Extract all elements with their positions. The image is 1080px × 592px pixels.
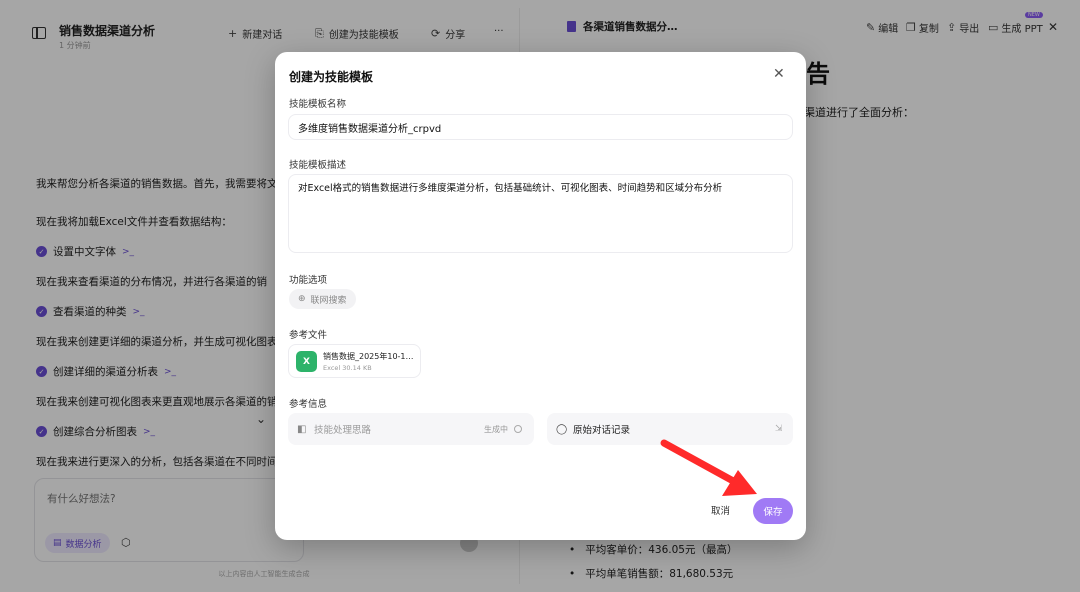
save-button[interactable]: 保存 (753, 498, 793, 524)
status-text: 生成中 (484, 424, 508, 434)
open-link-icon[interactable]: ⇲ (775, 424, 783, 434)
file-name: 销售数据_2025年10-12… (323, 352, 415, 361)
cancel-button[interactable]: 取消 (711, 503, 730, 517)
reference-file-card[interactable]: X 销售数据_2025年10-12… Excel 30.14 KB (288, 344, 421, 378)
approach-icon: ◧ (297, 423, 307, 435)
ref-info-label: 参考信息 (289, 399, 328, 410)
spinner-icon (514, 425, 522, 433)
ref-approach-card: ◧ 技能处理思路 生成中 (288, 413, 534, 445)
template-name-label: 技能模板名称 (289, 99, 347, 110)
close-icon[interactable]: ✕ (773, 66, 785, 82)
dialog-title: 创建为技能模板 (289, 70, 374, 84)
create-template-dialog: 创建为技能模板 ✕ 技能模板名称 技能模板描述 对Excel格式的销售数据进行多… (275, 52, 806, 540)
chat-bubble-icon: ◯ (556, 423, 568, 435)
web-search-label: 联网搜索 (310, 295, 347, 306)
template-desc-label: 技能模板描述 (289, 160, 347, 171)
file-meta: Excel 30.14 KB (323, 364, 372, 372)
options-label: 功能选项 (289, 275, 328, 286)
ref-files-label: 参考文件 (289, 330, 328, 341)
globe-icon: ⊕ (298, 294, 306, 304)
ref-approach-label: 技能处理思路 (314, 425, 372, 436)
ref-original-label: 原始对话记录 (573, 425, 631, 436)
excel-file-icon: X (296, 351, 317, 372)
template-desc-textarea[interactable]: 对Excel格式的销售数据进行多维度渠道分析，包括基础统计、可视化图表、时间趋势… (288, 174, 793, 253)
template-name-input[interactable] (288, 114, 793, 140)
ref-original-card[interactable]: ◯ 原始对话记录 ⇲ (547, 413, 793, 445)
web-search-option[interactable]: ⊕ 联网搜索 (289, 289, 356, 309)
ref-approach-status: 生成中 (484, 424, 522, 435)
